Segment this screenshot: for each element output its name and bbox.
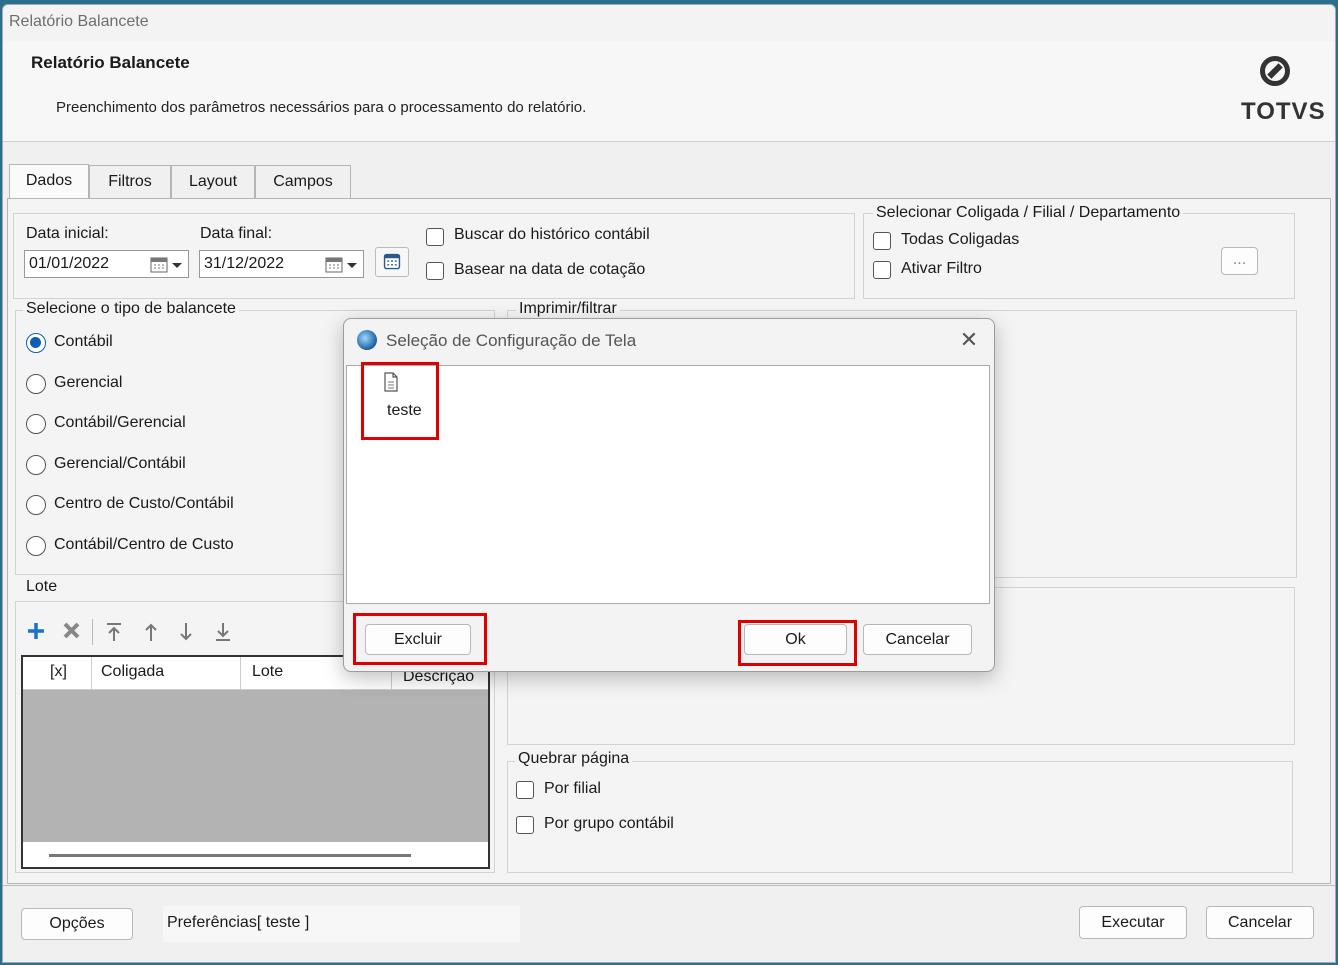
move-top-icon[interactable] <box>107 623 121 641</box>
preferences-text: Preferências[ teste ] <box>167 914 310 931</box>
highlight-box <box>738 620 857 666</box>
por-grupo-checkbox[interactable] <box>516 816 534 834</box>
dialog-cancel-button[interactable]: Cancelar <box>863 624 972 655</box>
calendar-icon <box>383 253 401 270</box>
column-header-lote[interactable]: Lote <box>252 663 283 681</box>
close-icon[interactable]: ✕ <box>956 327 982 353</box>
totvs-logo: TOTVS <box>1241 56 1325 131</box>
buscar-historico-label: Buscar do histórico contábil <box>454 226 650 243</box>
title-bar: Relatório Balancete <box>3 5 1335 41</box>
ativar-filtro-checkbox[interactable] <box>873 261 891 279</box>
highlight-box <box>361 362 439 440</box>
end-date-label: Data final: <box>200 225 273 242</box>
tab-filtros[interactable]: Filtros <box>89 165 171 199</box>
page-description: Preenchimento dos parâmetros necessários… <box>56 99 587 116</box>
preferences-area: Preferências[ teste ] <box>163 906 520 942</box>
page-title: Relatório Balancete <box>31 53 190 72</box>
horizontal-scrollbar[interactable] <box>49 854 411 857</box>
radio-label: Centro de Custo/Contábil <box>54 495 234 512</box>
tab-layout[interactable]: Layout <box>171 165 255 199</box>
browse-button[interactable]: ... <box>1221 247 1258 275</box>
logo-text: TOTVS <box>1241 98 1326 125</box>
basear-cotacao-checkbox[interactable] <box>426 262 444 280</box>
por-filial-label: Por filial <box>544 780 601 797</box>
cancel-button[interactable]: Cancelar <box>1206 906 1314 939</box>
radio-gerencial-contabil[interactable] <box>26 455 46 475</box>
config-list: teste <box>346 365 990 604</box>
highlight-box <box>353 613 487 665</box>
move-down-icon[interactable] <box>180 623 192 641</box>
quebrar-pagina-label: Quebrar página <box>515 750 633 768</box>
calendar-dropdown-icon[interactable] <box>150 256 184 274</box>
column-header-coligada[interactable]: Coligada <box>101 663 164 681</box>
tab-campos[interactable]: Campos <box>255 165 351 199</box>
basear-cotacao-label: Basear na data de cotação <box>454 261 646 278</box>
add-icon[interactable] <box>28 623 44 639</box>
header-panel: Relatório Balancete Preenchimento dos pa… <box>3 41 1335 142</box>
config-selection-dialog: Seleção de Configuração de Tela ✕ teste … <box>343 318 995 672</box>
radio-contabil[interactable] <box>26 333 46 353</box>
radio-centro-custo-contabil[interactable] <box>26 495 46 515</box>
app-icon <box>357 330 377 350</box>
ativar-filtro-label: Ativar Filtro <box>901 260 982 277</box>
por-filial-checkbox[interactable] <box>516 781 534 799</box>
coligada-group-label: Selecionar Coligada / Filial / Departame… <box>873 204 1184 222</box>
delete-icon[interactable] <box>63 622 80 639</box>
radio-label: Contábil/Gerencial <box>54 414 186 431</box>
radio-label: Gerencial/Contábil <box>54 455 186 472</box>
calendar-dropdown-icon[interactable] <box>325 256 359 274</box>
lote-group-label: Lote <box>23 578 61 596</box>
radio-contabil-gerencial[interactable] <box>26 414 46 434</box>
start-date-label: Data inicial: <box>26 225 109 242</box>
por-grupo-label: Por grupo contábil <box>544 815 674 832</box>
radio-label: Contábil <box>54 333 113 350</box>
run-button[interactable]: Executar <box>1079 906 1187 939</box>
imprimir-group-label: Imprimir/filtrar <box>516 300 620 318</box>
buscar-historico-checkbox[interactable] <box>426 228 444 246</box>
column-header-select[interactable]: [x] <box>50 663 67 681</box>
radio-gerencial[interactable] <box>26 374 46 394</box>
options-button[interactable]: Opções <box>21 908 133 940</box>
window-title: Relatório Balancete <box>9 13 149 30</box>
calendar-button[interactable] <box>375 247 409 277</box>
todas-coligadas-checkbox[interactable] <box>873 232 891 250</box>
todas-coligadas-label: Todas Coligadas <box>901 231 1020 248</box>
lote-grid[interactable]: [x] Coligada Lote Descrição <box>21 655 490 869</box>
radio-label: Contábil/Centro de Custo <box>54 536 234 553</box>
tab-dados[interactable]: Dados <box>9 164 89 200</box>
move-bottom-icon[interactable] <box>216 623 230 641</box>
lote-toolbar <box>28 619 230 645</box>
radio-label: Gerencial <box>54 374 123 391</box>
dialog-title: Seleção de Configuração de Tela <box>386 331 637 350</box>
radio-contabil-centro-custo[interactable] <box>26 536 46 556</box>
move-up-icon[interactable] <box>145 623 157 641</box>
balancete-type-label: Selecione o tipo de balancete <box>23 300 239 318</box>
grid-body <box>23 690 488 842</box>
start-date-field[interactable]: 01/01/2022 <box>24 250 189 278</box>
end-date-field[interactable]: 31/12/2022 <box>199 250 364 278</box>
